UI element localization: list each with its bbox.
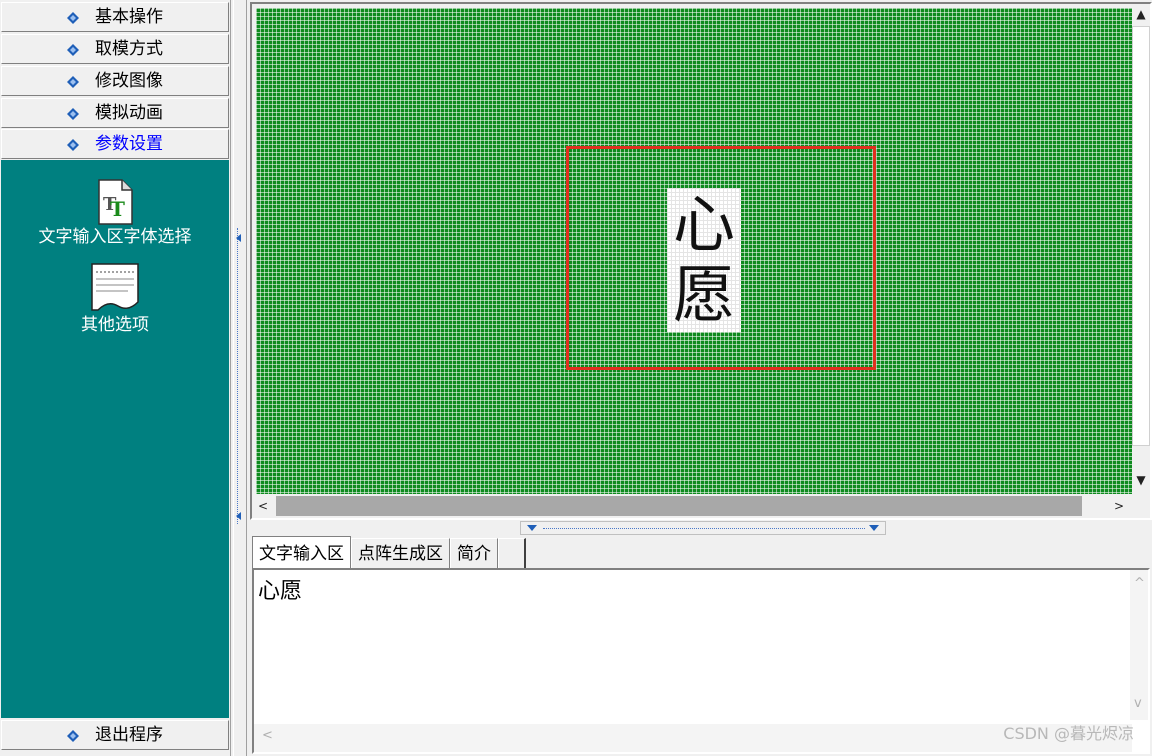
diamond-icon [67, 44, 79, 56]
tab-spacer [498, 538, 526, 568]
splitter-grip [237, 228, 245, 524]
glyph-preview: 心 愿 [667, 188, 741, 332]
collapse-down-icon[interactable] [527, 525, 537, 531]
tab-text-input[interactable]: 文字输入区 [252, 536, 351, 568]
options-document-icon [91, 263, 139, 311]
scroll-left-icon[interactable]: < [262, 728, 273, 743]
nav-basic-ops[interactable]: 基本操作 [1, 2, 229, 32]
svg-text:T: T [110, 197, 125, 221]
nav-label: 修改图像 [95, 71, 163, 91]
glyph-char: 愿 [672, 258, 735, 331]
splitter-grip [543, 528, 865, 529]
diamond-icon [67, 139, 79, 151]
collapse-left-icon[interactable] [236, 234, 241, 242]
diamond-icon [67, 12, 79, 24]
dot-matrix-canvas[interactable]: 心 愿 ▲ ▼ < > [250, 2, 1152, 520]
vertical-splitter[interactable] [233, 0, 247, 756]
scroll-right-icon[interactable]: > [1110, 496, 1128, 516]
font-file-icon: T T [98, 179, 133, 225]
settings-panel: T T 文字输入区字体选择 其他选项 [1, 160, 229, 718]
watermark: CSDN @暮光烬凉 [1003, 724, 1134, 743]
scroll-left-icon[interactable]: < [254, 496, 272, 516]
nav-simulate-animation[interactable]: 模拟动画 [1, 98, 229, 128]
nav-label: 参数设置 [95, 134, 163, 154]
scroll-down-icon[interactable]: ▼ [1132, 470, 1150, 490]
tab-intro[interactable]: 简介 [450, 538, 498, 568]
scroll-thumb[interactable] [276, 496, 1082, 516]
scroll-up-icon[interactable]: ^ [1134, 576, 1145, 591]
nav-edit-image[interactable]: 修改图像 [1, 66, 229, 96]
horizontal-scrollbar[interactable]: < [254, 724, 1132, 752]
nav-exit-program[interactable]: 退出程序 [1, 720, 229, 750]
nav-label: 取模方式 [95, 39, 163, 59]
input-text[interactable]: 心愿 [258, 578, 302, 606]
font-select-item[interactable]: T T 文字输入区字体选择 [1, 178, 229, 248]
glyph-char: 心 [672, 188, 735, 261]
nav-label: 基本操作 [95, 7, 163, 27]
nav-label: 退出程序 [95, 725, 163, 745]
sidebar: 基本操作 取模方式 修改图像 模拟动画 参数设置 T T 文字输入区字体选择 其… [0, 0, 231, 756]
other-options-label: 其他选项 [81, 315, 149, 335]
diamond-icon [67, 76, 79, 88]
tab-strip: 文字输入区 点阵生成区 简介 [252, 536, 526, 568]
horizontal-splitter[interactable] [520, 521, 886, 535]
other-options-item[interactable]: 其他选项 [1, 262, 229, 336]
collapse-down-icon[interactable] [869, 525, 879, 531]
nav-modulo-mode[interactable]: 取模方式 [1, 34, 229, 64]
diamond-icon [67, 108, 79, 120]
diamond-icon [67, 730, 79, 742]
collapse-left-icon[interactable] [236, 512, 241, 520]
font-select-label: 文字输入区字体选择 [38, 227, 192, 247]
scroll-down-icon[interactable]: v [1134, 696, 1142, 711]
scroll-thumb[interactable] [1132, 26, 1150, 446]
text-input-area[interactable]: 心愿 ^ v < CSDN @暮光烬凉 [252, 568, 1150, 754]
dot-matrix-grid[interactable]: 心 愿 [256, 8, 1132, 494]
nav-parameter-settings[interactable]: 参数设置 [1, 129, 229, 159]
nav-label: 模拟动画 [95, 103, 163, 123]
vertical-scrollbar[interactable]: ^ v [1130, 570, 1148, 720]
horizontal-scrollbar[interactable]: < > [252, 494, 1132, 518]
tab-matrix-output[interactable]: 点阵生成区 [351, 538, 450, 568]
scroll-up-icon[interactable]: ▲ [1132, 4, 1150, 24]
vertical-scrollbar[interactable]: ▲ ▼ [1132, 4, 1150, 494]
